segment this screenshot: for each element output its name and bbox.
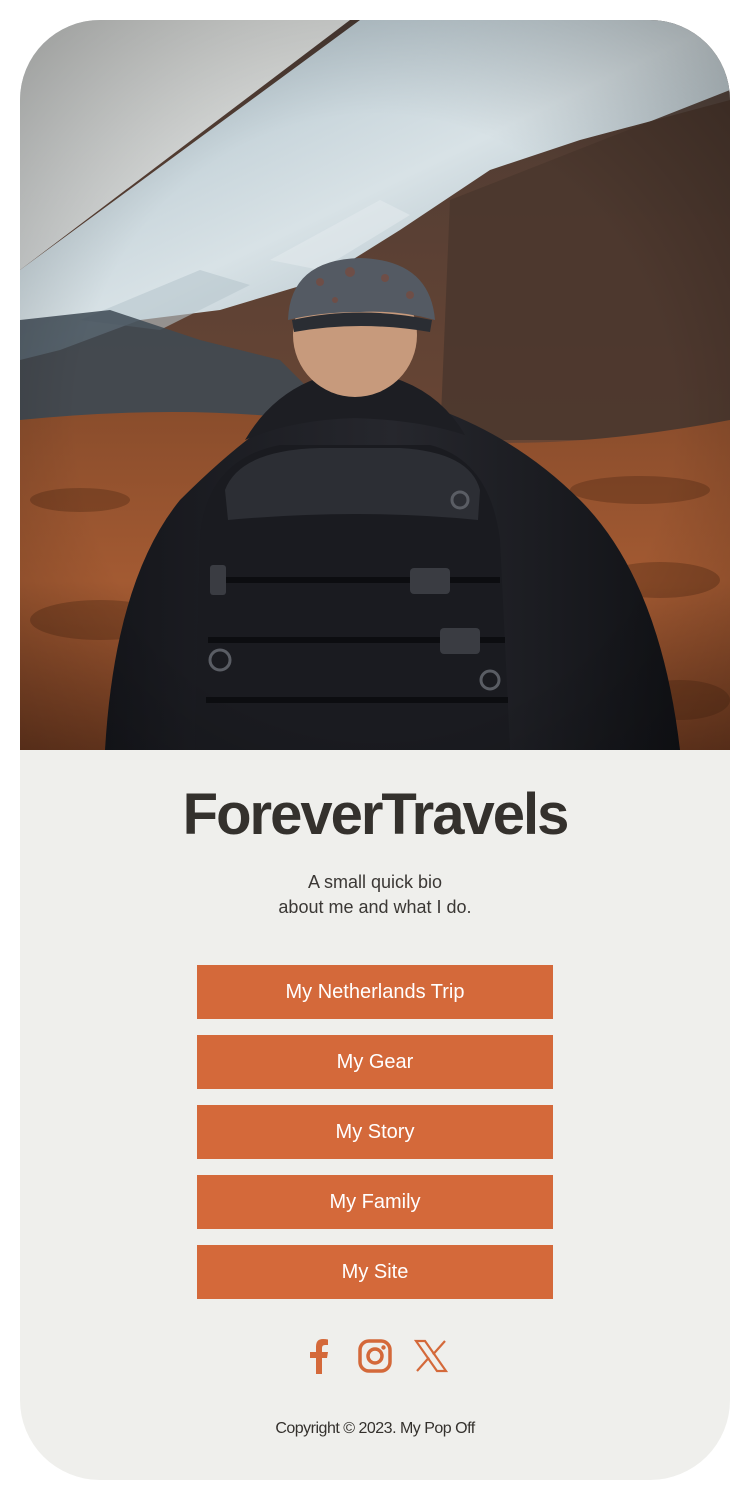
link-family-button[interactable]: My Family [197, 1175, 553, 1229]
hiker-mountain-illustration [20, 20, 730, 750]
link-netherlands-trip-button[interactable]: My Netherlands Trip [197, 965, 553, 1019]
bio-line-1: A small quick bio [307, 872, 443, 892]
profile-title: ForeverTravels [182, 782, 570, 847]
instagram-icon[interactable] [358, 1336, 392, 1376]
social-links [20, 1336, 730, 1376]
copyright-text: Copyright © 2023. My Pop Off [275, 1420, 475, 1437]
hero-photo [20, 20, 730, 750]
x-twitter-icon[interactable] [414, 1336, 448, 1376]
profile-bio: A small quick bio about me and what I do… [20, 870, 730, 920]
link-gear-button[interactable]: My Gear [197, 1035, 553, 1089]
link-list: My Netherlands Trip My Gear My Story My … [197, 965, 553, 1315]
link-story-button[interactable]: My Story [197, 1105, 553, 1159]
profile-card: ForeverTravels A small quick bio about m… [20, 20, 730, 1480]
link-site-button[interactable]: My Site [197, 1245, 553, 1299]
bio-line-2: about me and what I do. [278, 897, 472, 917]
facebook-icon[interactable] [302, 1336, 336, 1376]
